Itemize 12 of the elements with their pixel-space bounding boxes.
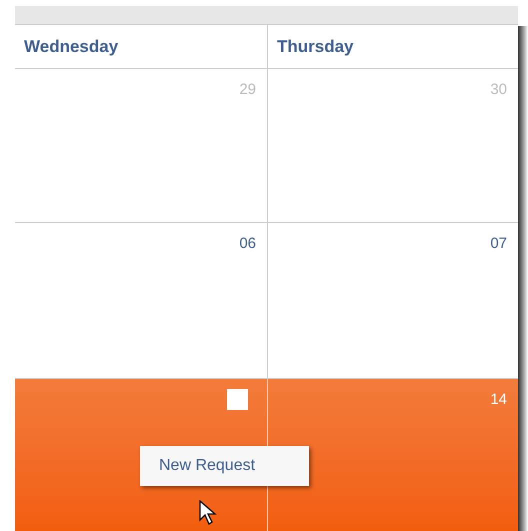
week-row[interactable]: 06 07 xyxy=(15,223,518,379)
column-header: Wednesday xyxy=(24,36,118,58)
day-number[interactable]: 29 xyxy=(239,79,256,102)
day-number[interactable]: 14 xyxy=(490,389,507,412)
day-marker[interactable] xyxy=(227,389,248,410)
column-header: Thursday xyxy=(277,36,354,58)
week-row[interactable]: 29 30 xyxy=(15,69,518,223)
cursor-icon xyxy=(198,500,218,526)
day-number[interactable]: 30 xyxy=(490,79,507,102)
day-number[interactable]: 06 xyxy=(239,233,256,256)
menu-item[interactable]: New Request xyxy=(140,448,274,484)
day-number[interactable]: 07 xyxy=(490,233,507,256)
